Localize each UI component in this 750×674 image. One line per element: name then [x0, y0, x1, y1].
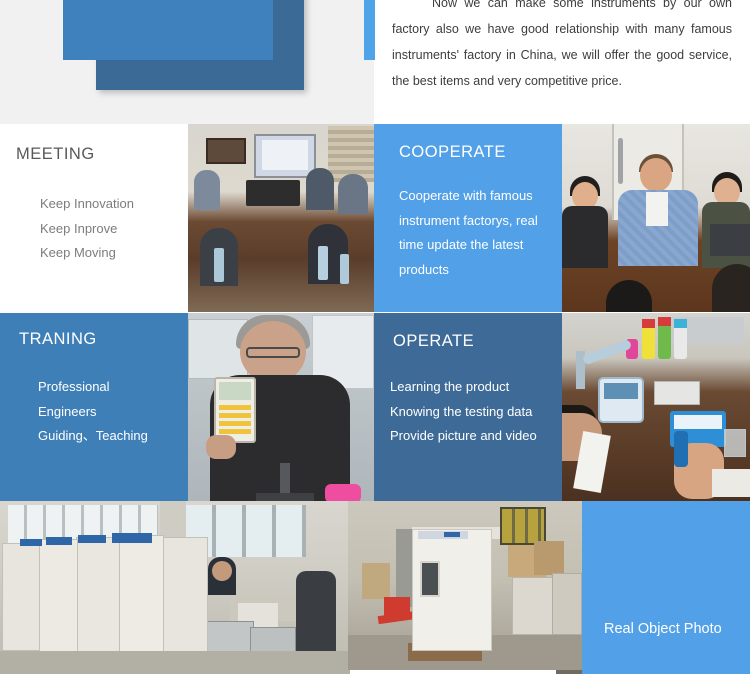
section-meeting: MEETING Keep Innovation Keep Inprove Kee… [0, 124, 188, 312]
real-object-photo-panel: Real Object Photo [582, 501, 750, 674]
warehouse-photo [0, 501, 350, 674]
oven-display [444, 532, 460, 537]
water-bottle [214, 248, 224, 282]
page-root: Now we can make some instruments by our … [0, 0, 750, 674]
decorative-blue-strip [364, 0, 375, 60]
decorative-light-block [63, 0, 273, 60]
operate-photo [562, 313, 750, 501]
reagent-bottle-cap [642, 319, 655, 328]
incubator-cabinet [118, 535, 164, 661]
wall-picture-frame [206, 138, 246, 164]
attendee-figure [194, 170, 220, 210]
section-operate-line-3: Provide picture and video [390, 428, 537, 443]
section-cooperate: COOPERATE Cooperate with famous instrume… [374, 124, 562, 312]
section-cooperate-title: COOPERATE [399, 143, 506, 161]
wrapped-cabinet [512, 577, 554, 635]
top-band: Now we can make some instruments by our … [0, 0, 750, 124]
reagent-bottle [658, 323, 671, 359]
section-meeting-title: MEETING [16, 145, 95, 163]
incubator-cabinet [160, 537, 208, 665]
cooperate-photo [562, 124, 750, 312]
water-bottle [340, 254, 349, 284]
person-body [562, 206, 608, 268]
laptop [246, 180, 300, 206]
section-operate-lines: Learning the product Knowing the testing… [390, 375, 537, 449]
blue-test-kit-label [674, 415, 722, 429]
section-meeting-lines: Keep Innovation Keep Inprove Keep Moving [40, 192, 134, 266]
oven-door-window [420, 561, 440, 597]
cabinet-control-panel [20, 539, 42, 546]
section-traning-title: TRANING [19, 330, 97, 348]
glass-beaker [724, 429, 746, 457]
door-handle [618, 138, 623, 184]
reagent-bottle-cap [674, 319, 687, 328]
cabinet-control-panel [112, 533, 152, 543]
eyeglasses [246, 347, 300, 358]
equipment-stand-base [256, 493, 314, 501]
attendee-figure [338, 174, 368, 214]
incubator-cabinet [2, 543, 40, 651]
meeting-photo [188, 124, 374, 312]
handheld-probe [674, 431, 688, 467]
sample-strip-holder [654, 381, 700, 405]
traning-photo [188, 313, 374, 501]
intro-paragraph-text: Now we can make some instruments by our … [392, 0, 732, 88]
window [188, 319, 248, 379]
oven-photo [348, 501, 582, 670]
section-traning-line-3: Guiding、Teaching [38, 428, 148, 443]
section-cooperate-line-1: Cooperate with famous instrument factory… [399, 188, 538, 277]
oven-control-panel [418, 531, 468, 539]
benchtop-meter-display [604, 383, 638, 399]
workshop-window [500, 507, 546, 545]
client-undershirt [646, 192, 668, 226]
real-object-photo-label: Real Object Photo [604, 621, 722, 637]
section-operate: OPERATE Learning the product Knowing the… [374, 313, 562, 501]
incubator-cabinet [76, 537, 120, 657]
section-operate-line-1: Learning the product [390, 379, 510, 394]
pink-case [325, 484, 361, 501]
engineer-hand [206, 435, 236, 459]
section-meeting-line-2: Keep Inprove [40, 220, 118, 236]
section-meeting-line-3: Keep Moving [40, 245, 116, 260]
pallet-jack [384, 597, 410, 619]
section-traning-line-1: Professional [38, 379, 110, 394]
section-cooperate-lines: Cooperate with famous instrument factory… [399, 184, 544, 282]
reagent-bottle [674, 325, 687, 359]
water-bottle [318, 246, 328, 280]
cabinet-control-panel [46, 537, 72, 545]
client-head [640, 158, 672, 192]
reagent-bottle-cap [658, 317, 671, 326]
foreground-head [712, 264, 750, 312]
factory-floor [0, 651, 350, 674]
wrapped-cabinet [552, 573, 582, 635]
laptop [710, 224, 750, 256]
reagent-bottle [642, 325, 655, 359]
cardboard-boxes [534, 541, 564, 575]
projection-screen-inner [262, 140, 308, 170]
section-traning-line-2: Engineers [38, 403, 97, 419]
section-meeting-line-1: Keep Innovation [40, 196, 134, 211]
covered-equipment [296, 571, 336, 663]
instrument-display [219, 382, 251, 400]
incubator-cabinet [38, 539, 78, 653]
electrode-arm [581, 338, 633, 366]
attendee-figure [306, 168, 334, 210]
worker-head [212, 561, 232, 581]
section-traning: TRANING Professional Engineers Guiding、T… [0, 313, 188, 501]
section-traning-lines: Professional Engineers Guiding、Teaching [38, 375, 148, 449]
section-operate-line-2: Knowing the testing data [390, 403, 533, 419]
cabinet-control-panel [78, 535, 106, 543]
section-operate-title: OPERATE [393, 332, 475, 350]
cardboard-boxes [362, 563, 390, 599]
intro-paragraph: Now we can make some instruments by our … [392, 0, 732, 94]
foreground-head [606, 280, 652, 312]
paper-napkin [712, 469, 750, 497]
instrument-keypad [219, 405, 251, 437]
